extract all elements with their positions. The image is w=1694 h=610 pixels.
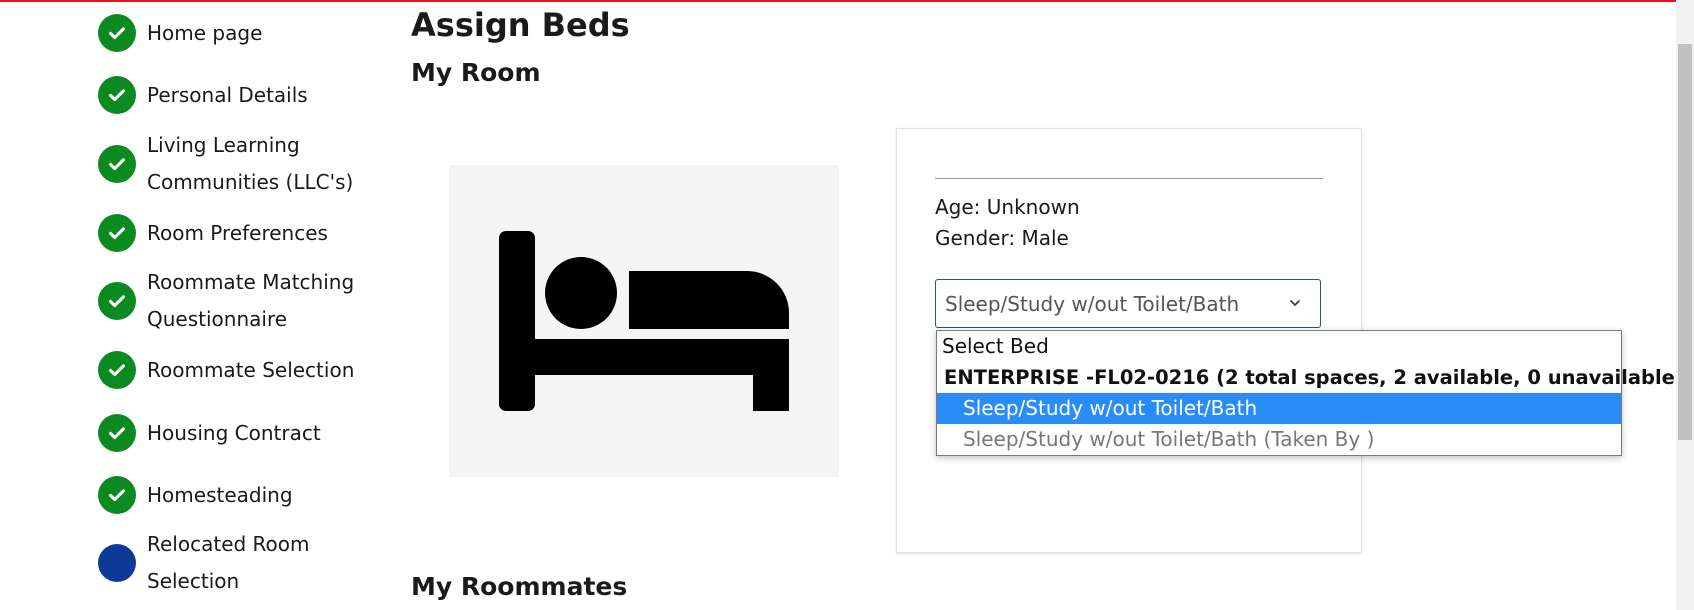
my-roommates-heading: My Roommates <box>411 572 628 601</box>
optgroup-label: ENTERPRISE -FL02-0216 (2 total spaces, 2… <box>944 366 1684 389</box>
check-icon <box>98 414 136 452</box>
gender-text: Gender: Male <box>935 226 1069 250</box>
sidebar-item-label-line2: Questionnaire <box>147 307 288 331</box>
sidebar-item-label: Home page <box>147 20 263 45</box>
age-text: Age: Unknown <box>935 195 1080 219</box>
bed-select-dropdown: Select Bed ENTERPRISE -FL02-0216 (2 tota… <box>936 330 1684 456</box>
sidebar-item-label: Living Learning Communities (LLC's) <box>147 127 353 201</box>
option-select-bed[interactable]: Select Bed <box>937 331 1621 362</box>
check-icon <box>98 282 136 320</box>
sidebar-item-label: Relocated Room Selection <box>147 526 310 600</box>
sidebar-item-homesteading[interactable]: Homesteading <box>98 476 293 514</box>
bed-select-value: Sleep/Study w/out Toilet/Bath <box>945 291 1240 316</box>
sidebar-item-label: Personal Details <box>147 82 308 107</box>
scrollbar-thumb[interactable] <box>1678 44 1692 440</box>
chevron-down-icon <box>1290 300 1300 306</box>
sidebar-item-label: Housing Contract <box>147 420 321 445</box>
current-step-dot-icon <box>98 544 136 582</box>
page-title: Assign Beds <box>411 6 630 44</box>
sidebar-item-housing-contract[interactable]: Housing Contract <box>98 414 321 452</box>
vertical-scrollbar[interactable] <box>1676 0 1694 610</box>
option-sleep-study[interactable]: Sleep/Study w/out Toilet/Bath <box>937 393 1621 424</box>
bed-select[interactable]: Sleep/Study w/out Toilet/Bath <box>935 279 1321 328</box>
sidebar-item-roommate-matching-questionnaire[interactable]: Roommate Matching Questionnaire <box>98 264 354 338</box>
sidebar-item-room-preferences[interactable]: Room Preferences <box>98 214 328 252</box>
check-icon <box>98 214 136 252</box>
sidebar-item-roommate-selection[interactable]: Roommate Selection <box>98 351 354 389</box>
sidebar-item-label: Roommate Matching Questionnaire <box>147 264 354 338</box>
sidebar-item-home-page[interactable]: Home page <box>98 14 262 52</box>
option-sleep-study-taken: Sleep/Study w/out Toilet/Bath (Taken By … <box>963 427 1375 451</box>
sidebar-item-label: Homesteading <box>147 482 293 507</box>
card-divider <box>935 178 1323 179</box>
check-icon <box>98 351 136 389</box>
sidebar-item-label-line2: Communities (LLC's) <box>147 170 354 194</box>
sidebar-item-label: Room Preferences <box>147 220 328 245</box>
sidebar-item-label-line1: Relocated Room <box>147 532 310 556</box>
bed-image <box>449 165 839 477</box>
check-icon <box>98 14 136 52</box>
my-room-heading: My Room <box>411 58 541 87</box>
check-icon <box>98 76 136 114</box>
sidebar-item-label-line1: Roommate Matching <box>147 270 355 294</box>
bed-icon <box>499 231 789 411</box>
sidebar-item-living-learning-communities[interactable]: Living Learning Communities (LLC's) <box>98 127 353 201</box>
check-icon <box>98 145 136 183</box>
top-accent-line <box>0 0 1676 2</box>
sidebar-item-label-line1: Living Learning <box>147 133 300 157</box>
sidebar-item-label-line2: Selection <box>147 569 240 593</box>
sidebar-item-personal-details[interactable]: Personal Details <box>98 76 308 114</box>
sidebar-item-relocated-room-selection[interactable]: Relocated Room Selection <box>98 526 310 600</box>
sidebar-item-label: Roommate Selection <box>147 357 355 382</box>
check-icon <box>98 476 136 514</box>
